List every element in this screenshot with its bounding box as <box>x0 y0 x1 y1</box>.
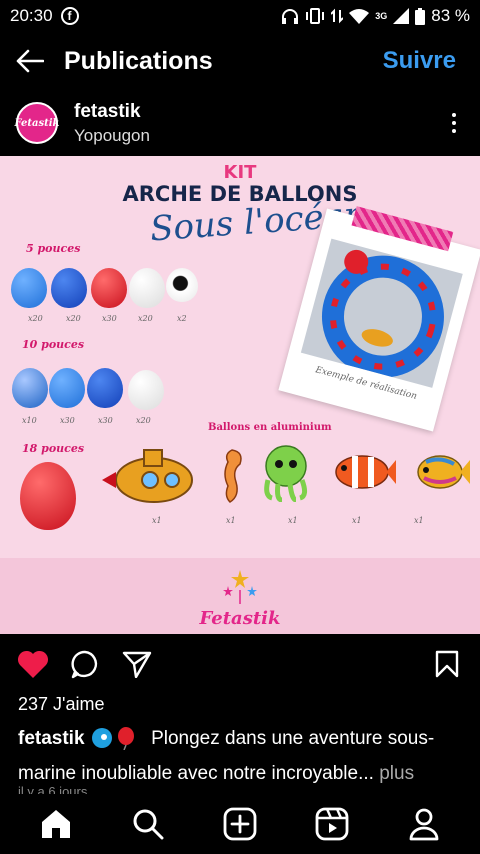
share-send-icon[interactable] <box>120 647 154 681</box>
qty-label: x20 <box>136 416 151 425</box>
balloon-chrome-blue <box>12 368 48 408</box>
balloon-white <box>128 370 164 410</box>
qty-label: x1 <box>352 516 362 525</box>
qty-label: x30 <box>60 416 75 425</box>
qty-label: x10 <box>22 416 37 425</box>
octopus-balloon <box>264 445 308 502</box>
reels-icon[interactable] <box>312 804 352 844</box>
search-icon[interactable] <box>128 804 168 844</box>
home-icon[interactable] <box>36 804 76 844</box>
battery-level: 83 % <box>431 6 470 25</box>
qty-label: x2 <box>177 314 187 323</box>
seahorse-balloon <box>224 449 242 503</box>
status-bar: 20:30 f 3G 83 % <box>0 0 480 32</box>
clownfish-balloon <box>335 455 396 489</box>
battery-icon <box>415 7 426 25</box>
balloon-eye <box>166 268 198 302</box>
size-label-18: 18 pouces <box>22 442 85 455</box>
caption-username[interactable]: fetastik <box>18 728 85 749</box>
clock: 20:30 <box>10 6 53 25</box>
size-label-5: 5 pouces <box>26 242 81 255</box>
comment-icon[interactable] <box>68 647 102 681</box>
back-arrow-icon[interactable] <box>14 45 46 77</box>
balloon-red <box>91 268 127 308</box>
more-options-icon[interactable] <box>444 113 464 133</box>
qty-label: x1 <box>226 516 236 525</box>
bottom-navigation <box>0 794 480 854</box>
example-photo: Exemple de réalisation <box>278 206 480 432</box>
network-type: 3G <box>375 11 388 21</box>
bookmark-icon[interactable] <box>430 647 464 681</box>
tropical-fish-balloon <box>417 455 470 489</box>
vibrate-icon <box>306 8 325 24</box>
facebook-icon: f <box>60 7 79 25</box>
like-heart-icon[interactable] <box>16 647 50 681</box>
size-label-10: 10 pouces <box>22 338 85 351</box>
balloon-dark-blue <box>51 268 87 308</box>
aluminium-label: Ballons en aluminium <box>208 422 332 433</box>
post-image[interactable]: KIT ARCHE DE BALLONS Sous l'océan 5 pouc… <box>0 156 480 634</box>
qty-label: x1 <box>152 516 162 525</box>
qty-label: x20 <box>138 314 153 323</box>
qty-label: x20 <box>66 314 81 323</box>
submarine-balloon <box>102 449 193 503</box>
data-transfer-icon <box>331 8 344 24</box>
qty-label: x1 <box>288 516 298 525</box>
page-title: Publications <box>64 46 213 75</box>
qty-label: x30 <box>102 314 117 323</box>
qty-label: x30 <box>98 416 113 425</box>
balloon-dark-blue <box>87 368 123 408</box>
balloon-white <box>129 268 165 308</box>
caption-more-link[interactable]: plus <box>374 763 414 784</box>
post-actions <box>0 636 480 692</box>
qty-label: x1 <box>414 516 424 525</box>
balloon-blue <box>11 268 47 308</box>
post-caption[interactable]: fetastik Plongez dans une aventure sous-… <box>18 724 468 788</box>
username[interactable]: fetastik <box>74 101 444 123</box>
balloon-blue <box>49 368 85 408</box>
qty-label: x20 <box>28 314 43 323</box>
create-icon[interactable] <box>220 804 260 844</box>
headphones-icon <box>282 9 299 24</box>
post-header: Fetastik fetastik Yopougon <box>0 92 480 154</box>
like-count[interactable]: 237 J'aime <box>18 694 104 715</box>
profile-icon[interactable] <box>404 804 444 844</box>
example-photo-image <box>300 238 463 388</box>
brand-logo: Fetastik <box>199 608 281 629</box>
avatar[interactable]: Fetastik <box>15 102 60 144</box>
app-bar: Publications Suivre <box>0 32 480 90</box>
wifi-icon <box>349 9 370 24</box>
logo-stars-icon <box>223 570 257 604</box>
post-timestamp: il y a 6 jours <box>18 784 88 794</box>
signal-icon <box>393 8 410 24</box>
balloon-large-red <box>20 462 76 530</box>
image-kit-label: KIT <box>223 162 257 183</box>
follow-button[interactable]: Suivre <box>383 47 456 75</box>
photo-tape <box>351 206 454 252</box>
location[interactable]: Yopougon <box>74 126 444 146</box>
caption-emoji-icons <box>90 726 146 759</box>
